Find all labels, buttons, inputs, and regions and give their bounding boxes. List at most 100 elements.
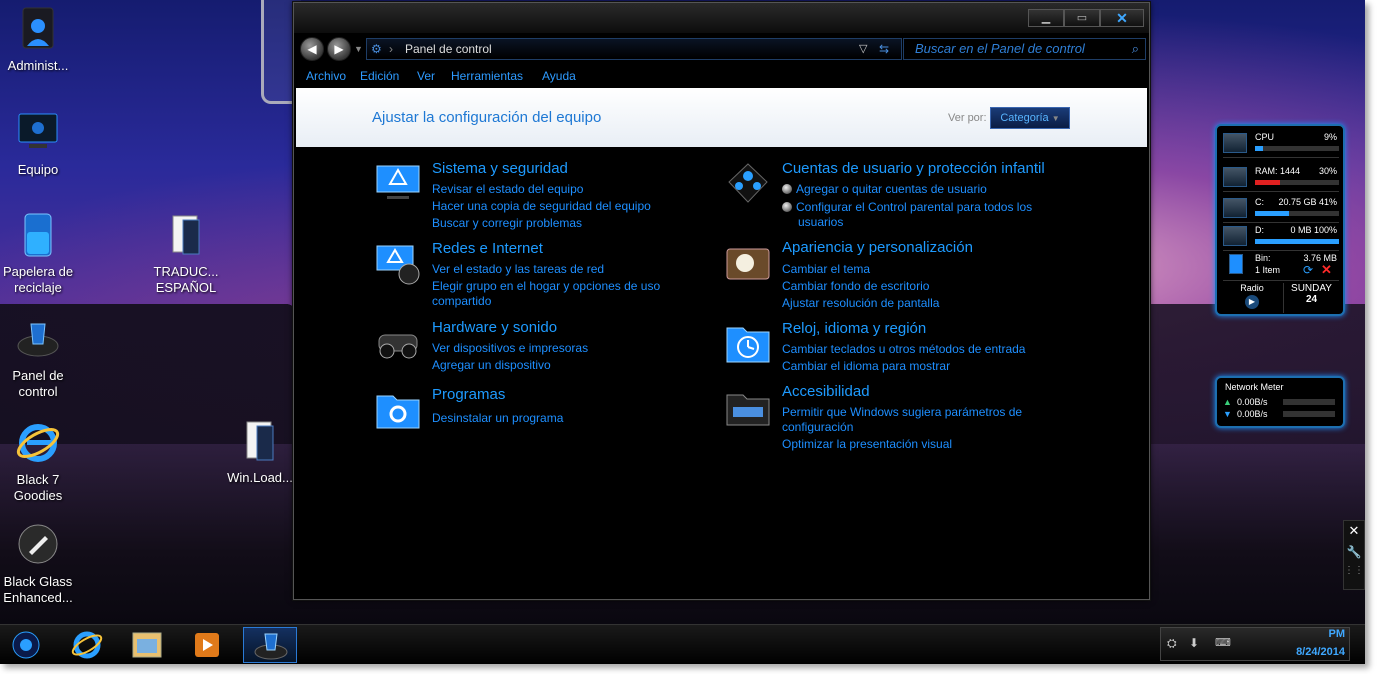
system-security-icon [375,162,421,202]
refresh-icon[interactable]: ⟳ [1303,263,1313,277]
link-add-device[interactable]: Agregar un dispositivo [432,358,551,372]
radio-widget[interactable]: Radio ▶ [1223,283,1281,313]
recycle-bin-icon [1229,254,1243,274]
minimize-button[interactable]: ▁ [1028,9,1064,27]
drag-handle-icon[interactable]: ⋮⋮ [1344,565,1364,576]
link-network-status[interactable]: Ver el estado y las tareas de red [432,262,604,276]
document-icon [163,212,209,258]
close-button[interactable]: ✕ [1100,9,1144,27]
control-panel-taskbar-button[interactable] [243,627,297,663]
forward-button[interactable]: ▶ [327,37,351,61]
clock[interactable]: PM 8/24/2014 [1285,628,1345,658]
desktop-icon-traduccion[interactable]: TRADUC... ESPAÑOL [148,212,224,296]
category-title[interactable]: Sistema y seguridad [432,160,568,177]
link-display-language[interactable]: Cambiar el idioma para mostrar [782,359,950,373]
recent-pages-dropdown[interactable]: ▼ [354,44,363,54]
keyboard-icon[interactable]: ⌨ [1215,636,1231,649]
link-optimize-display[interactable]: Optimizar la presentación visual [782,437,952,451]
start-button[interactable] [2,627,50,663]
desktop-icon-black7-goodies[interactable]: Black 7 Goodies [0,420,76,504]
drive-d-value: 0 MB 100% [1290,225,1337,235]
link-parental-control-cont[interactable]: usuarios [798,215,843,229]
network-title: Network Meter [1225,382,1284,392]
drive-c-bar [1255,211,1339,216]
category-title[interactable]: Programas [432,386,505,403]
close-icon[interactable]: ✕ [1344,523,1364,539]
search-input[interactable]: Buscar en el Panel de control ⌕ [903,38,1146,60]
menu-ver[interactable]: Ver [417,69,435,83]
link-keyboards[interactable]: Cambiar teclados u otros métodos de entr… [782,342,1025,356]
radio-label: Radio [1240,283,1264,293]
play-icon[interactable]: ▶ [1245,295,1259,309]
cpu-icon [1223,133,1247,153]
usb-icon[interactable]: ⬇ [1189,636,1199,650]
category-title[interactable]: Hardware y sonido [432,319,557,336]
taskbar: ⛭ ⬇ ⌨ PM 8/24/2014 [0,624,1365,664]
system-meter-gadget[interactable]: CPU 9% RAM: 1444 30% C: 20.75 GB 41% D: … [1215,124,1345,316]
recycle-bin-icon [15,212,61,258]
category-title[interactable]: Redes e Internet [432,240,543,257]
clock-date: 8/24/2014 [1296,646,1345,658]
internet-explorer-icon[interactable] [60,627,114,663]
category-appearance: Apariencia y personalización Cambiar el … [725,239,1085,310]
category-title[interactable]: Accesibilidad [782,383,870,400]
menu-herramientas[interactable]: Herramientas [451,69,523,83]
link-check-status[interactable]: Revisar el estado del equipo [432,182,583,196]
link-parental-control[interactable]: Configurar el Control parental para todo… [782,200,1032,214]
menu-ayuda[interactable]: Ayuda [542,69,576,83]
desktop-icon-winload[interactable]: Win.Load... [222,418,298,486]
link-uninstall[interactable]: Desinstalar un programa [432,411,563,425]
control-panel-small-icon: ⚙ [371,42,382,56]
category-title[interactable]: Cuentas de usuario y protección infantil [782,160,1045,177]
link-devices-printers[interactable]: Ver dispositivos e impresoras [432,341,588,355]
desktop-icon-black-glass[interactable]: Black Glass Enhanced... [0,522,76,606]
link-add-remove-users[interactable]: Agregar o quitar cuentas de usuario [782,182,987,196]
desktop-icon-label: Black Glass Enhanced... [3,574,73,605]
link-change-wallpaper[interactable]: Cambiar fondo de escritorio [782,279,929,293]
menu-bar: Archivo Edición Ver Herramientas Ayuda [294,67,1149,87]
link-homegroup-cont[interactable]: compartido [432,294,491,308]
drive-icon [1223,198,1247,218]
desktop-icon-administrator[interactable]: Administ... [0,6,76,74]
link-backup[interactable]: Hacer una copia de seguridad del equipo [432,199,651,213]
content-header: Ajustar la configuración del equipo Ver … [296,88,1147,147]
window-titlebar[interactable]: ▁ ▭ ✕ [294,3,1149,33]
empty-bin-icon[interactable]: ✕ [1321,262,1332,278]
desktop-icon-computer[interactable]: Equipo [0,110,76,178]
link-homegroup[interactable]: Elegir grupo en el hogar y opciones de u… [432,279,660,293]
menu-archivo[interactable]: Archivo [306,69,346,83]
link-suggest-settings[interactable]: Permitir que Windows sugiera parámetros … [782,405,1022,419]
link-troubleshoot[interactable]: Buscar y corregir problemas [432,216,582,230]
view-by-label: Ver por: [948,112,987,124]
category-title[interactable]: Apariencia y personalización [782,239,973,256]
view-by-dropdown[interactable]: Categoría ▼ [990,107,1070,129]
ram-fill [1255,180,1281,185]
link-suggest-settings-cont[interactable]: configuración [782,420,853,434]
drive-c-fill [1255,211,1290,216]
ram-label: RAM: 1444 [1255,166,1301,176]
refresh-icon[interactable]: ⇆ [879,39,889,59]
maximize-button[interactable]: ▭ [1064,9,1100,27]
ram-meter: RAM: 1444 30% [1223,164,1339,192]
wrench-icon[interactable]: 🔧 [1344,545,1364,559]
chevron-down-icon[interactable]: ▽ [859,39,867,59]
link-resolution[interactable]: Ajustar resolución de pantalla [782,296,939,310]
breadcrumb[interactable]: Panel de control [405,42,492,56]
link-change-theme[interactable]: Cambiar el tema [782,262,870,276]
desktop-icon-recycle-bin[interactable]: Papelera de reciclaje [0,212,76,296]
back-button[interactable]: ◀ [300,37,324,61]
desktop-icon-label: Equipo [17,162,59,177]
system-tray: ⛭ ⬇ ⌨ PM 8/24/2014 [1160,627,1350,661]
search-icon[interactable]: ⌕ [1132,39,1139,59]
address-bar[interactable]: ⚙ › Panel de control ▽ ⇆ [366,38,902,60]
media-player-icon[interactable] [180,627,234,663]
date-label: 24 [1305,294,1318,305]
desktop-icon-control-panel[interactable]: Panel de control [0,316,76,400]
category-programs: Programas Desinstalar un programa [375,386,705,430]
network-tray-icon[interactable]: ⛭ [1167,636,1177,651]
menu-edicion[interactable]: Edición [360,69,399,83]
category-network: Redes e Internet Ver el estado y las tar… [375,240,705,310]
category-title[interactable]: Reloj, idioma y región [782,320,926,337]
network-meter-gadget[interactable]: Network Meter ▲ 0.00B/s ▼ 0.00B/s [1215,376,1345,428]
file-explorer-icon[interactable] [120,627,174,663]
